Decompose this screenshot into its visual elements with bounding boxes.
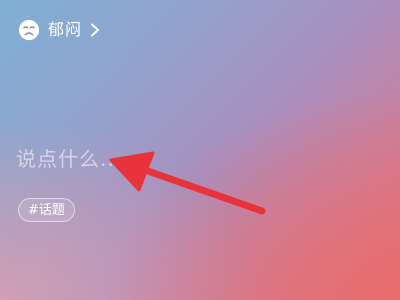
topic-tag-button[interactable]: #话题 <box>18 198 75 222</box>
post-composer-screen: 郁闷 #话题 <box>0 0 400 300</box>
post-text-input[interactable] <box>16 143 276 175</box>
mood-selector[interactable]: 郁闷 <box>18 18 100 42</box>
chevron-right-icon <box>91 23 100 37</box>
mood-label: 郁闷 <box>48 20 83 39</box>
sad-face-icon <box>18 19 40 41</box>
